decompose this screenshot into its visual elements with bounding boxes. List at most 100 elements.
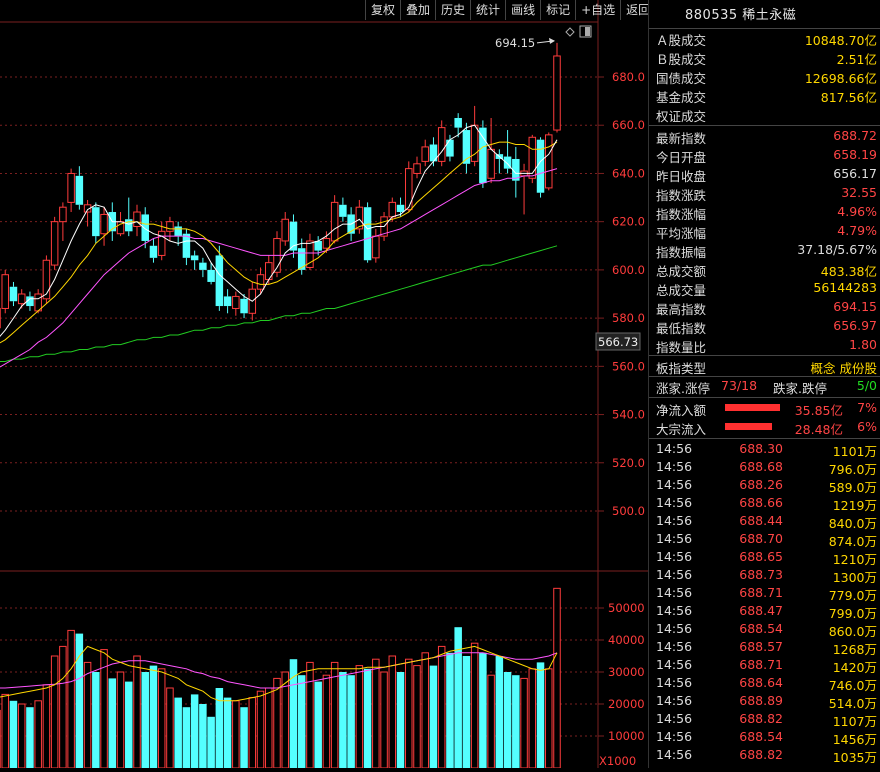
- stat-value: 4.79%: [837, 223, 877, 238]
- stat-label: 国债成交: [656, 68, 706, 87]
- stat-row: 昨日收盘656.17: [649, 165, 879, 184]
- stat-row: 总成交额483.38亿: [649, 260, 879, 279]
- stat-value: 483.38亿: [821, 261, 877, 280]
- candle-body: [406, 169, 413, 210]
- volume-bar: [249, 698, 256, 768]
- candle-body: [282, 219, 289, 241]
- stat-value: 37.18/5.67%: [797, 242, 877, 257]
- candle-body: [438, 128, 445, 162]
- tick-time: 14:56: [656, 729, 692, 744]
- candle-body: [446, 140, 454, 157]
- tick-time: 14:56: [656, 603, 692, 618]
- stat-row: 今日开盘658.19: [649, 146, 879, 165]
- volume-bar: [174, 698, 182, 768]
- volume-bar: [84, 662, 91, 768]
- net-inflow-label: 净流入额: [656, 400, 706, 419]
- tick-time: 14:56: [656, 639, 692, 654]
- toolbar-add-watchlist-button[interactable]: +自选: [575, 0, 620, 20]
- tick-price: 688.54: [725, 621, 783, 636]
- volume-bar: [76, 634, 84, 768]
- candle-body: [224, 296, 232, 306]
- block-inflow-pct: 6%: [857, 419, 877, 434]
- block-inflow-label: 大宗流入: [656, 419, 706, 438]
- tick-time: 14:56: [656, 711, 692, 726]
- tick-row: 14:56688.541456万: [649, 728, 879, 746]
- sector-type-value[interactable]: 概念 成份股: [811, 358, 877, 377]
- net-inflow-value: 35.85亿: [795, 400, 843, 419]
- candle-body: [422, 147, 429, 161]
- toolbar-restore-rights-button[interactable]: 复权: [365, 0, 400, 20]
- stat-label: 最新指数: [656, 128, 706, 147]
- tick-time: 14:56: [656, 513, 692, 528]
- volume-bar: [51, 656, 58, 768]
- tick-price: 688.82: [725, 711, 783, 726]
- tick-price: 688.73: [725, 567, 783, 582]
- up-limit-value: 73/18: [721, 378, 757, 393]
- candle-body: [339, 205, 347, 217]
- toolbar-statistics-button[interactable]: 统计: [470, 0, 505, 20]
- kline-chart-svg[interactable]: 680.0660.0640.0620.0600.0580.0560.0540.0…: [0, 0, 648, 768]
- net-inflow-row: 净流入额 35.85亿 7%: [649, 399, 879, 418]
- candle-body: [60, 207, 67, 221]
- volume-bar: [546, 669, 553, 768]
- block-inflow-value: 28.48亿: [795, 419, 843, 438]
- volume-bar: [356, 666, 363, 768]
- tick-time: 14:56: [656, 477, 692, 492]
- tick-row: 14:56688.711420万: [649, 656, 879, 674]
- candle-body: [397, 205, 405, 212]
- volume-axis-label: 20000: [608, 697, 645, 711]
- volume-bar: [381, 672, 388, 768]
- chart-toolbar: 复权 叠加 历史 统计 画线 标记 +自选 返回: [365, 0, 655, 20]
- candle-body: [191, 255, 199, 260]
- stat-value: 694.15: [833, 299, 877, 314]
- stat-value: 12698.66亿: [805, 68, 877, 87]
- volume-bar: [422, 653, 429, 768]
- tick-price: 688.66: [725, 495, 783, 510]
- volume-bar: [406, 659, 413, 768]
- tick-price: 688.26: [725, 477, 783, 492]
- volume-bar: [207, 717, 215, 768]
- stat-row: 指数涨跌32.55: [649, 184, 879, 203]
- tick-price: 688.30: [725, 441, 783, 456]
- stat-row: 基金成交817.56亿: [649, 86, 879, 105]
- candle-body: [101, 214, 108, 233]
- candle-body: [199, 263, 207, 270]
- stat-label: 昨日收盘: [656, 166, 706, 185]
- volume-bar: [479, 653, 487, 768]
- candle-body: [2, 275, 9, 309]
- volume-bar: [529, 669, 536, 768]
- tick-row: 14:56688.661219万: [649, 494, 879, 512]
- stat-value: 56144283: [813, 280, 877, 295]
- stat-label: 指数涨跌: [656, 185, 706, 204]
- diamond-icon[interactable]: [566, 28, 574, 36]
- volume-bar: [191, 694, 199, 768]
- toolbar-history-button[interactable]: 历史: [435, 0, 470, 20]
- tick-time: 14:56: [656, 585, 692, 600]
- price-axis-label: 680.0: [612, 70, 645, 84]
- volume-bar: [117, 672, 124, 768]
- tick-row: 14:56688.571268万: [649, 638, 879, 656]
- volume-bar: [554, 588, 561, 768]
- down-limit-value: 5/0: [857, 378, 877, 393]
- volume-bar: [109, 678, 117, 768]
- tick-row: 14:56688.89514.0万: [649, 692, 879, 710]
- tick-time: 14:56: [656, 693, 692, 708]
- stat-row: Ａ股成交10848.70亿: [649, 29, 879, 48]
- toolbar-overlay-button[interactable]: 叠加: [400, 0, 435, 20]
- candle-body: [68, 173, 75, 202]
- candle-body: [240, 299, 248, 313]
- volume-bar: [331, 662, 338, 768]
- volume-bar: [18, 704, 25, 768]
- volume-bar: [298, 675, 306, 768]
- volume-bar: [430, 666, 438, 768]
- tick-price: 688.71: [725, 657, 783, 672]
- stat-label: 指数涨幅: [656, 204, 706, 223]
- kline-chart-area[interactable]: 680.0660.0640.0620.0600.0580.0560.0540.0…: [0, 0, 648, 768]
- tick-row: 14:56688.54860.0万: [649, 620, 879, 638]
- volume-bar: [463, 656, 471, 768]
- toolbar-draw-line-button[interactable]: 画线: [505, 0, 540, 20]
- price-axis-label: 600.0: [612, 263, 645, 277]
- volume-bar: [347, 675, 355, 768]
- price-axis-label: 580.0: [612, 311, 645, 325]
- toolbar-mark-button[interactable]: 标记: [540, 0, 575, 20]
